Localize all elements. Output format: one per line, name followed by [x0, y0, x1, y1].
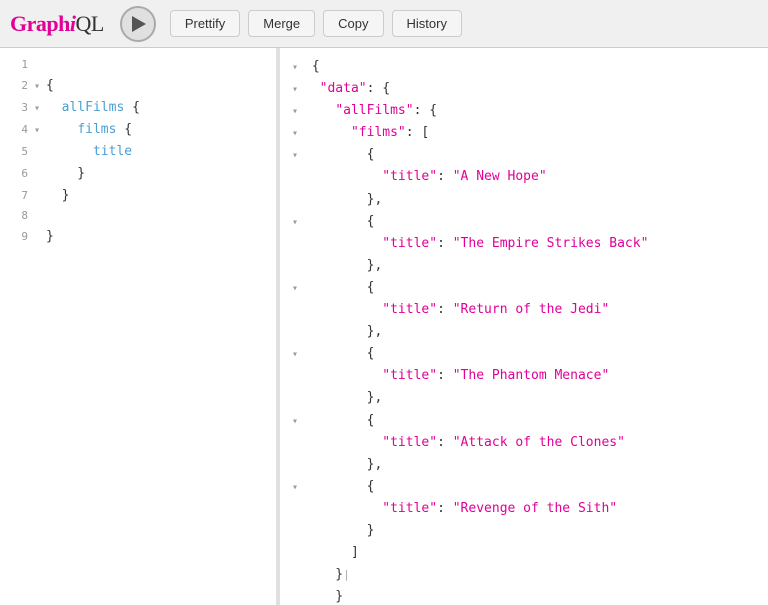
code-line-7: 7 } — [0, 185, 276, 207]
toolbar: GraphiQL Prettify Merge Copy History — [0, 0, 768, 48]
resp-film-5-open: ▾ { — [280, 410, 768, 432]
resp-film-2-close: }, — [280, 255, 768, 277]
code-line-5: 5 title — [0, 141, 276, 163]
query-editor[interactable]: 1 2 ▾ { 3 ▾ allFilms { 4 ▾ films { 5 tit… — [0, 48, 280, 605]
main-content: 1 2 ▾ { 3 ▾ allFilms { 4 ▾ films { 5 tit… — [0, 48, 768, 605]
resp-films-array-close: ] — [280, 542, 768, 564]
resp-film-3-open: ▾ { — [280, 277, 768, 299]
code-line-8: 8 — [0, 207, 276, 226]
resp-film-4-open: ▾ { — [280, 343, 768, 365]
code-line-2: 2 ▾ { — [0, 75, 276, 97]
code-line-6: 6 } — [0, 163, 276, 185]
resp-line-1: ▾ { — [280, 56, 768, 78]
resp-film-3-close: }, — [280, 321, 768, 343]
resp-line-2: ▾ "data": { — [280, 78, 768, 100]
resp-data-close: } — [280, 586, 768, 605]
resp-film-4-title: "title": "The Phantom Menace" — [280, 365, 768, 387]
resp-film-6-title: "title": "Revenge of the Sith" — [280, 498, 768, 520]
resp-film-2-open: ▾ { — [280, 211, 768, 233]
resp-film-5-title: "title": "Attack of the Clones" — [280, 432, 768, 454]
merge-button[interactable]: Merge — [248, 10, 315, 37]
prettify-button[interactable]: Prettify — [170, 10, 240, 37]
resp-line-3: ▾ "allFilms": { — [280, 100, 768, 122]
resp-film-5-close: }, — [280, 454, 768, 476]
run-button[interactable] — [120, 6, 156, 42]
code-line-1: 1 — [0, 56, 276, 75]
play-icon — [132, 16, 146, 32]
response-panel: ▾ { ▾ "data": { ▾ "allFilms": { ▾ "films… — [280, 48, 768, 605]
copy-button[interactable]: Copy — [323, 10, 383, 37]
app-logo: GraphiQL — [10, 11, 104, 37]
resp-film-1-open: ▾ { — [280, 144, 768, 166]
resp-film-4-close: }, — [280, 387, 768, 409]
resp-allfilms-close: }| — [280, 564, 768, 586]
resp-film-6-close: } — [280, 520, 768, 542]
resp-film-6-open: ▾ { — [280, 476, 768, 498]
resp-line-4: ▾ "films": [ — [280, 122, 768, 144]
resp-film-3-title: "title": "Return of the Jedi" — [280, 299, 768, 321]
code-line-3: 3 ▾ allFilms { — [0, 97, 276, 119]
code-line-9: 9 } — [0, 226, 276, 248]
resp-film-1-title: "title": "A New Hope" — [280, 166, 768, 188]
resp-film-2-title: "title": "The Empire Strikes Back" — [280, 233, 768, 255]
resp-film-1-close: }, — [280, 189, 768, 211]
code-line-4: 4 ▾ films { — [0, 119, 276, 141]
history-button[interactable]: History — [392, 10, 462, 37]
